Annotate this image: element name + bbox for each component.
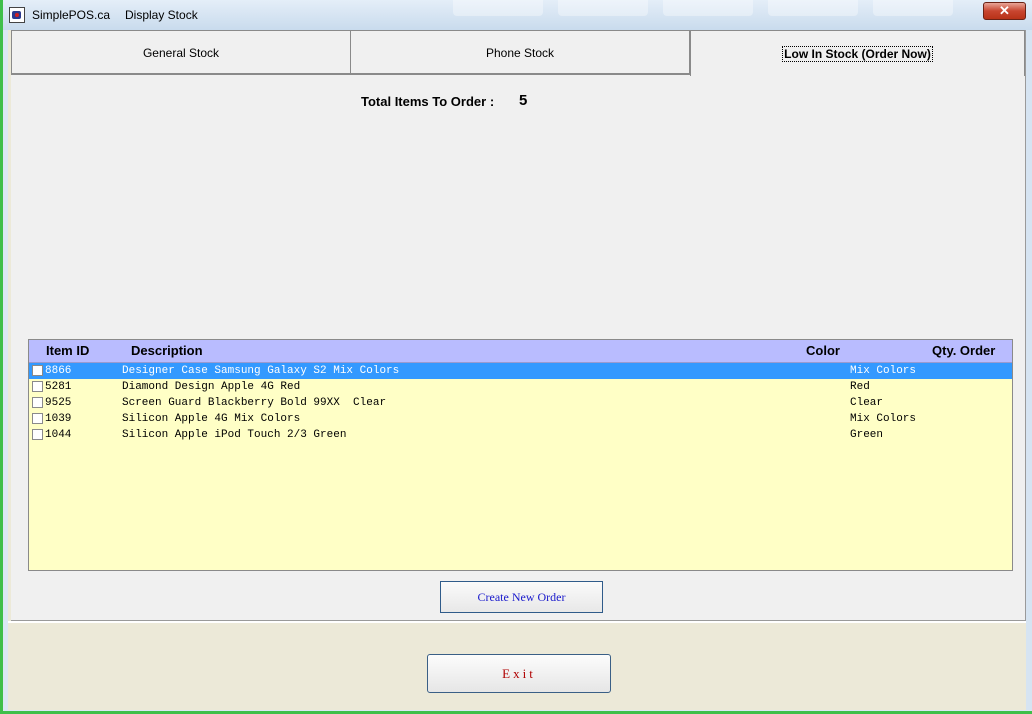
row-color: Mix Colors <box>850 413 917 425</box>
row-item-id: 8866 <box>45 365 72 377</box>
app-name: SimplePOS.ca <box>32 8 111 22</box>
divider <box>8 621 1026 623</box>
table-row[interactable]: 5281 Diamond Design Apple 4G Red Red <box>29 379 1012 395</box>
tab-general-stock[interactable]: General Stock <box>11 30 351 74</box>
row-description: Diamond Design Apple 4G Red <box>122 381 301 393</box>
title-bar: SimplePOS.ca Display Stock ✕ <box>3 0 1032 30</box>
row-item-id: 9525 <box>45 397 72 409</box>
table-row[interactable]: 1039 Silicon Apple 4G Mix Colors Mix Col… <box>29 411 1012 427</box>
row-checkbox[interactable] <box>32 365 43 376</box>
table-row[interactable]: 8866 Designer Case Samsung Galaxy S2 Mix… <box>29 363 1012 379</box>
row-checkbox[interactable] <box>32 429 43 440</box>
close-button[interactable]: ✕ <box>983 2 1026 20</box>
client-area: General Stock Phone Stock Low In Stock (… <box>8 30 1026 710</box>
tab-low-in-stock[interactable]: Low In Stock (Order Now) <box>690 30 1025 76</box>
row-checkbox[interactable] <box>32 381 43 392</box>
total-items-label: Total Items To Order : <box>361 94 495 109</box>
row-description: Silicon Apple 4G Mix Colors <box>122 413 301 425</box>
tab-panel: General Stock Phone Stock Low In Stock (… <box>11 30 1026 621</box>
table-row[interactable]: 1044 Silicon Apple iPod Touch 2/3 Green … <box>29 427 1012 443</box>
app-window: SimplePOS.ca Display Stock ✕ General Sto… <box>0 0 1032 714</box>
header-description[interactable]: Description <box>131 343 203 358</box>
row-item-id: 5281 <box>45 381 72 393</box>
background-window-ghost <box>443 0 963 16</box>
exit-button[interactable]: Exit <box>427 654 611 693</box>
row-color: Mix Colors <box>850 365 917 377</box>
low-stock-grid[interactable]: Item ID Description Color Qty. Order 886… <box>28 339 1013 571</box>
tab-low-in-stock-label: Low In Stock (Order Now) <box>782 46 933 62</box>
row-color: Clear <box>850 397 884 409</box>
row-description: Silicon Apple iPod Touch 2/3 Green <box>122 429 347 441</box>
window-right-border <box>1026 30 1032 710</box>
grid-header: Item ID Description Color Qty. Order <box>29 340 1012 363</box>
header-item-id[interactable]: Item ID <box>46 343 89 358</box>
row-checkbox[interactable] <box>32 397 43 408</box>
header-qty-order[interactable]: Qty. Order <box>932 343 995 358</box>
tab-phone-stock[interactable]: Phone Stock <box>350 30 690 74</box>
total-items-value: 5 <box>519 92 528 109</box>
app-icon <box>9 7 25 23</box>
row-checkbox[interactable] <box>32 413 43 424</box>
row-item-id: 1044 <box>45 429 72 441</box>
window-title: Display Stock <box>125 8 198 22</box>
table-row[interactable]: 9525 Screen Guard Blackberry Bold 99XX C… <box>29 395 1012 411</box>
row-item-id: 1039 <box>45 413 72 425</box>
row-color: Red <box>850 381 870 393</box>
row-description: Screen Guard Blackberry Bold 99XX Clear <box>122 397 387 409</box>
header-color[interactable]: Color <box>806 343 840 358</box>
row-description: Designer Case Samsung Galaxy S2 Mix Colo… <box>122 365 400 377</box>
create-new-order-button[interactable]: Create New Order <box>440 581 603 613</box>
row-color: Green <box>850 429 884 441</box>
